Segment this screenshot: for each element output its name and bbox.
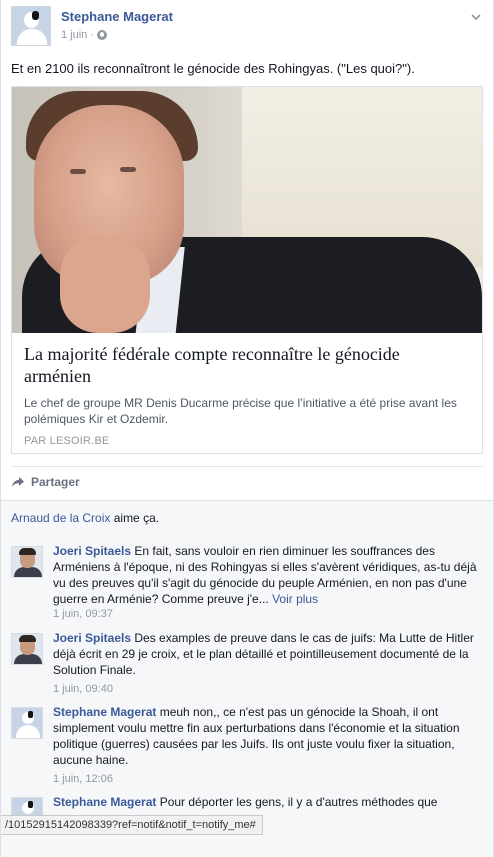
comment-text-block: Stephane Magerat meuh non,, ce n'est pas… — [53, 704, 483, 768]
preview-description: Le chef de groupe MR Denis Ducarme préci… — [24, 396, 457, 426]
comment-body: Pour déporter les gens, il y a d'autres … — [156, 795, 438, 809]
post-header: Stephane Magerat 1 juin · — [11, 6, 483, 50]
preview-body: La majorité fédérale compte reconnaître … — [12, 333, 482, 453]
share-icon — [12, 476, 24, 487]
post-text: Et en 2100 ils reconnaîtront le génocide… — [11, 61, 415, 76]
comment-time[interactable]: 1 juin, 12:06 — [53, 773, 113, 785]
comment-time[interactable]: 1 juin, 09:40 — [53, 683, 113, 695]
commenter-avatar[interactable] — [11, 633, 43, 665]
see-more-link[interactable]: Voir plus — [269, 592, 318, 606]
post-actions: Partager — [11, 466, 483, 496]
comment-text-block: Joeri Spitaels Des examples de preuve da… — [53, 630, 483, 678]
link-preview[interactable]: La majorité fédérale compte reconnaître … — [11, 86, 483, 454]
likes-line: Arnaud de la Croix aime ça. — [11, 511, 159, 525]
chevron-down-icon[interactable] — [469, 10, 483, 24]
preview-title[interactable]: La majorité fédérale compte reconnaître … — [24, 343, 470, 387]
likes-suffix: aime ça. — [110, 511, 160, 525]
commenter-avatar[interactable] — [11, 707, 43, 739]
share-button[interactable]: Partager — [11, 475, 80, 489]
post-card: Stephane Magerat 1 juin · Et en 2100 ils… — [0, 0, 494, 857]
post-date[interactable]: 1 juin · — [61, 29, 94, 41]
commenter-avatar[interactable] — [11, 546, 43, 578]
commenter-name[interactable]: Joeri Spitaels — [53, 544, 131, 558]
author-avatar[interactable] — [11, 6, 51, 46]
status-bar-url: /10152915142098339?ref=notif&notif_t=not… — [1, 815, 263, 835]
commenter-name[interactable]: Stephane Magerat — [53, 795, 156, 809]
post-meta: 1 juin · — [61, 29, 108, 41]
commenter-name[interactable]: Stephane Magerat — [53, 705, 156, 719]
comment-time[interactable]: 1 juin, 09:37 — [53, 608, 113, 620]
globe-icon — [97, 30, 108, 40]
preview-image[interactable] — [12, 87, 482, 333]
comment-text-block: Joeri Spitaels En fait, sans vouloir en … — [53, 543, 483, 607]
comment-text-block: Stephane Magerat Pour déporter les gens,… — [53, 794, 483, 810]
commenter-name[interactable]: Joeri Spitaels — [53, 631, 131, 645]
author-name[interactable]: Stephane Magerat — [61, 9, 173, 24]
comments-section: Arnaud de la Croix aime ça. Joeri Spitae… — [1, 500, 493, 857]
share-label: Partager — [31, 474, 80, 489]
preview-source: PAR LESOIR.BE — [24, 435, 110, 447]
liker-name[interactable]: Arnaud de la Croix — [11, 511, 110, 525]
